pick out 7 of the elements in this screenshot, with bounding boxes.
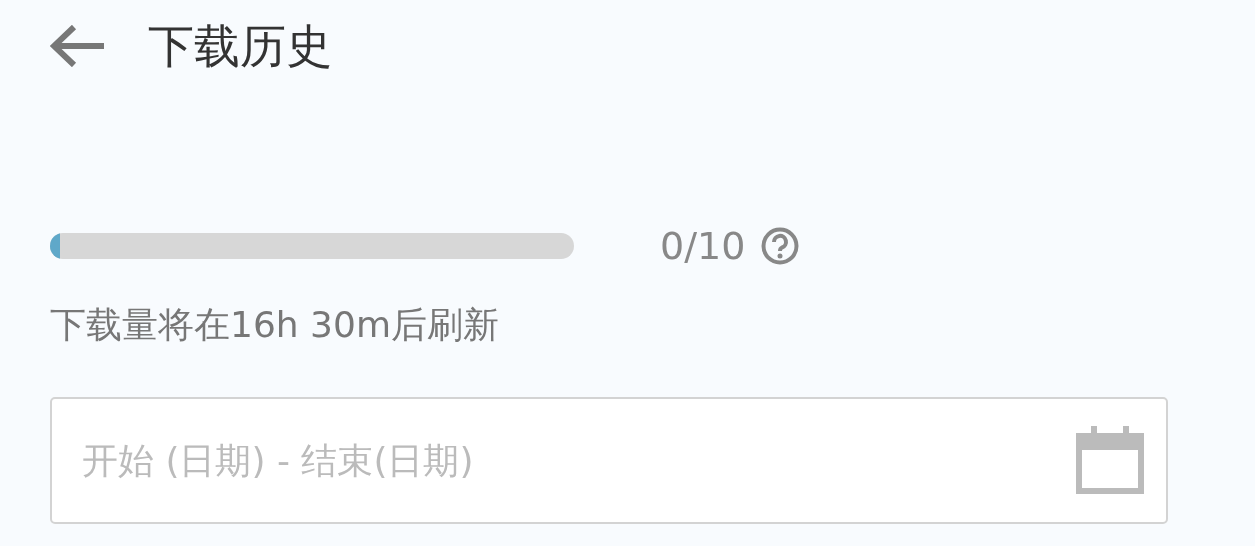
help-icon[interactable] [761,227,800,265]
back-icon[interactable] [50,25,106,67]
page-title: 下载历史 [148,23,332,69]
date-range-field[interactable]: 开始 (日期) - 结束(日期) [50,397,1168,524]
quota-count: 0/10 [660,227,746,265]
calendar-icon[interactable] [1076,426,1144,494]
refresh-note: 下载量将在16h 30m后刷新 [50,307,500,343]
